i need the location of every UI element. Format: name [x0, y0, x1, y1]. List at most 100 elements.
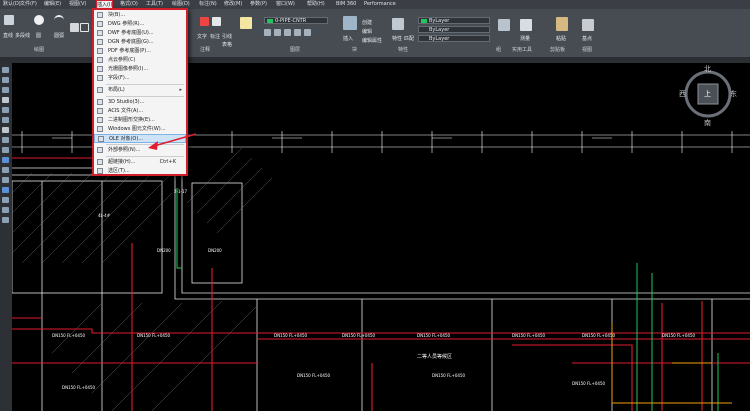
- properties-button[interactable]: 特性: [392, 35, 402, 42]
- draw-button-circle[interactable]: 圆: [36, 32, 41, 39]
- insert-menu-item[interactable]: 光栅图像参照(I)...: [94, 65, 186, 74]
- viewcube-east[interactable]: 东: [730, 89, 737, 99]
- toolbar-icon-2[interactable]: [2, 77, 9, 83]
- toolbar-icon-10[interactable]: [2, 157, 9, 163]
- draw-button-polyline[interactable]: 多段线: [15, 32, 30, 39]
- viewcube[interactable]: 北 西 东 南 上: [676, 64, 740, 128]
- toolbar-icon-1[interactable]: [2, 67, 9, 73]
- menu-item-label: PDF 参考底图(P)...: [108, 48, 152, 54]
- menu-item[interactable]: 标注(N): [199, 0, 217, 9]
- properties-icon[interactable]: [392, 18, 404, 30]
- cad-label: DN150 FL+0450: [137, 333, 171, 338]
- panel-label-utilities: 实用工具: [512, 47, 533, 53]
- circle-tool-icon[interactable]: [34, 15, 44, 25]
- hatch-tool-icon[interactable]: [70, 23, 79, 32]
- lineweight-combo-value: ByLayer: [429, 36, 450, 42]
- menu-item-icon: [97, 159, 103, 165]
- toolbar-icon-6[interactable]: [2, 117, 9, 123]
- toolbar-icon-14[interactable]: [2, 197, 9, 203]
- block-insert-button[interactable]: 插入: [343, 35, 353, 42]
- group-icon[interactable]: [498, 19, 510, 31]
- toolbar-icon-9[interactable]: [2, 147, 9, 153]
- clipboard-paste-icon[interactable]: [556, 17, 568, 31]
- draw-button-line[interactable]: 直线: [3, 32, 13, 39]
- annot-text-button[interactable]: 文字: [197, 33, 207, 40]
- rectangle-tool-icon[interactable]: [80, 23, 89, 32]
- base-point-icon[interactable]: [582, 19, 594, 31]
- toolbar-icon-12[interactable]: [2, 177, 9, 183]
- draw-button-arc[interactable]: 圆弧: [54, 32, 64, 39]
- insert-block-icon[interactable]: [343, 16, 357, 30]
- lineweight-combo[interactable]: ByLayer: [418, 35, 490, 42]
- color-combo[interactable]: ByLayer: [418, 17, 490, 24]
- panel-label-properties: 特性: [398, 47, 409, 53]
- cad-label: DN200: [157, 248, 171, 253]
- viewcube-west[interactable]: 西: [679, 89, 686, 99]
- menu-item-label: 光栅图像参照(I)...: [108, 66, 149, 72]
- viewcube-south[interactable]: 南: [704, 118, 711, 128]
- viewcube-top[interactable]: 上: [704, 89, 711, 99]
- toolbar-icon-5[interactable]: [2, 107, 9, 113]
- annot-table-button[interactable]: 表格: [222, 41, 232, 48]
- insert-menu-item[interactable]: DGN 参考底图(G)...: [94, 38, 186, 47]
- insert-menu-item[interactable]: 点云参照(C): [94, 56, 186, 65]
- insert-menu-item[interactable]: PDF 参考底图(P)...: [94, 47, 186, 56]
- panel-label-block: 块: [352, 47, 358, 53]
- toolbar-icon-16[interactable]: [2, 217, 9, 223]
- toolbar-icon-8[interactable]: [2, 137, 9, 143]
- menu-item[interactable]: 默认(D): [3, 0, 21, 9]
- toolbar-icon-7[interactable]: [2, 127, 9, 133]
- insert-menu-item[interactable]: 布局(L) ▸: [94, 86, 186, 95]
- block-edit-attr-button[interactable]: 编辑属性: [362, 37, 382, 44]
- insert-menu-item[interactable]: 3D Studio(3)...: [94, 98, 186, 107]
- annot-dim-button[interactable]: 标注: [210, 33, 220, 40]
- menu-item-label: 3D Studio(3)...: [108, 99, 145, 105]
- layer-tool-icon-4[interactable]: [294, 29, 301, 36]
- insert-menu-item[interactable]: DWF 参考底图(U)...: [94, 29, 186, 38]
- menu-item-label: 布局(L): [108, 87, 125, 93]
- layer-tool-icon-1[interactable]: [264, 29, 271, 36]
- linetype-combo[interactable]: ByLayer: [418, 26, 490, 33]
- annotation-arrow: [148, 133, 197, 150]
- measure-icon[interactable]: [520, 19, 532, 31]
- menu-item[interactable]: 编辑(E): [44, 0, 61, 9]
- menu-item[interactable]: Performance: [364, 0, 396, 9]
- toolbar-icon-15[interactable]: [2, 207, 9, 213]
- toolbar-icon-3[interactable]: [2, 87, 9, 93]
- insert-menu-item[interactable]: DWG 参照(R)...: [94, 20, 186, 29]
- menu-item[interactable]: 文件(F): [20, 0, 37, 9]
- text-icon[interactable]: [200, 17, 209, 26]
- insert-menu-item[interactable]: 字段(F)...: [94, 74, 186, 83]
- menu-item[interactable]: 视图(V): [69, 0, 86, 9]
- menu-item-icon: [97, 21, 103, 27]
- block-edit-button[interactable]: 编辑: [362, 28, 372, 35]
- layer-combo[interactable]: 0-PIPE-CNTR: [264, 17, 328, 24]
- block-create-button[interactable]: 创建: [362, 19, 372, 26]
- layer-tool-icon-2[interactable]: [274, 29, 281, 36]
- insert-menu-item[interactable]: 二进制图形交换(E)...: [94, 116, 186, 125]
- toolbar-icon-11[interactable]: [2, 167, 9, 173]
- viewcube-north[interactable]: 北: [704, 64, 711, 74]
- util-measure-button[interactable]: 测量: [520, 35, 530, 42]
- menu-item[interactable]: 参数(P): [250, 0, 267, 9]
- menu-item-label: DWF 参考底图(U)...: [108, 30, 154, 36]
- menu-item[interactable]: BIM 360: [336, 0, 356, 9]
- arc-tool-icon[interactable]: [54, 15, 64, 27]
- layer-tool-icon-5[interactable]: [304, 29, 311, 36]
- toolbar-icon-4[interactable]: [2, 97, 9, 103]
- toolbar-icon-13[interactable]: [2, 187, 9, 193]
- insert-menu-item[interactable]: ACIS 文件(A)...: [94, 107, 186, 116]
- dimension-icon[interactable]: [212, 17, 221, 26]
- menu-item[interactable]: 修改(M): [224, 0, 242, 9]
- layer-tool-icon-3[interactable]: [284, 29, 291, 36]
- insert-menu-item[interactable]: 选区(T)...: [94, 167, 186, 176]
- layer-properties-icon[interactable]: [240, 17, 252, 29]
- match-properties-button[interactable]: 匹配: [404, 35, 414, 42]
- annot-leader-button[interactable]: 引线: [222, 33, 232, 40]
- insert-menu-item[interactable]: 块(B)...: [94, 11, 186, 20]
- view-base-button[interactable]: 基点: [582, 35, 592, 42]
- menu-item[interactable]: 窗口(W): [276, 0, 295, 9]
- menu-item[interactable]: 帮助(H): [307, 0, 325, 9]
- clip-paste-button[interactable]: 粘贴: [556, 35, 566, 42]
- line-tool-icon[interactable]: [4, 15, 14, 25]
